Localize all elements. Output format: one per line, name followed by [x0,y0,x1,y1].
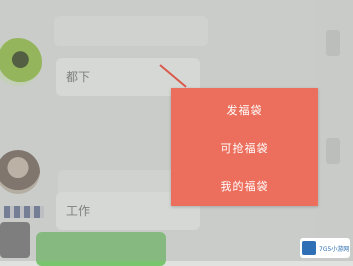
site-watermark: 7G5小游网 [300,238,350,258]
menu-item-my-lucky-bag[interactable]: 我的福袋 [171,172,318,200]
menu-item-label: 我的福袋 [220,180,269,193]
menu-item-label: 发福袋 [226,104,263,117]
red-envelope-popup-menu: 发福袋 可抢福袋 我的福袋 [171,88,318,206]
menu-item-grab-lucky-bag[interactable]: 可抢福袋 [171,134,318,162]
site-logo-icon [302,241,316,255]
menu-item-send-lucky-bag[interactable]: 发福袋 [171,96,318,124]
watermark-text: 7G5小游网 [319,245,350,253]
menu-item-label: 可抢福袋 [220,142,269,155]
